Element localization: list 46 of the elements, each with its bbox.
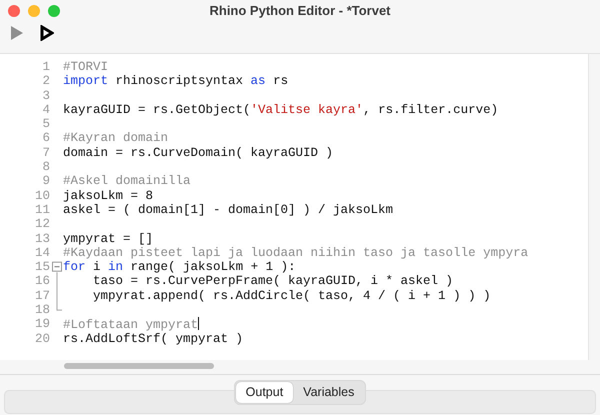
code-line: import rhinoscriptsyntax as rs	[63, 74, 288, 88]
code-line: #Kaydaan pisteet lapi ja luodaan niihin taso ja tasolle ympyra	[63, 246, 528, 260]
line-number: 19	[34, 317, 50, 332]
debug-run-button[interactable]	[38, 25, 56, 41]
close-icon[interactable]	[8, 5, 20, 17]
code-line: kayraGUID = rs.GetObject('Valitse kayra', rs.filter.curve)	[63, 102, 498, 117]
line-number: 6	[42, 131, 50, 146]
code-line: askel = ( domain[1] - domain[0] ) / jaksoLkm	[63, 202, 394, 217]
code-line: rs.AddLoftSrf( ympyrat )	[63, 332, 244, 346]
code-line: domain = rs.CurveDomain( kayraGUID )	[63, 146, 334, 160]
window-title: Rhino Python Editor - *Torvet	[209, 3, 391, 18]
line-number: 12	[34, 217, 50, 232]
code-line: jaksoLkm = 8	[63, 188, 154, 203]
panel-tab[interactable]: Output	[236, 382, 294, 403]
text-cursor	[198, 317, 200, 330]
line-number: 3	[42, 88, 50, 103]
line-number: 7	[42, 146, 50, 160]
line-number: 1	[42, 60, 50, 74]
maximize-icon[interactable]	[48, 5, 60, 17]
line-number: 10	[34, 188, 50, 203]
line-number: 13	[34, 232, 50, 246]
minimize-icon[interactable]	[28, 5, 40, 17]
line-number: 4	[42, 102, 50, 117]
line-number: 11	[34, 202, 50, 217]
code-line: #Askel domainilla	[63, 174, 191, 188]
fold-toggle-icon[interactable]	[52, 262, 62, 272]
code-line: #TORVI	[63, 60, 108, 74]
line-number: 5	[42, 117, 50, 132]
line-number: 8	[42, 160, 50, 174]
code-line: taso = rs.CurvePerpFrame( kayraGUID, i * askel )	[92, 274, 454, 288]
line-number: 15	[34, 260, 50, 274]
line-number: 20	[34, 332, 50, 346]
line-number: 17	[34, 288, 50, 303]
code-line: ympyrat.append( rs.AddCircle( taso, 4 / ( i + 1 ) ) )	[92, 288, 491, 303]
scrollbar-thumb[interactable]	[64, 363, 214, 369]
code-line: for i in range( jaksoLkm + 1 ):	[63, 260, 296, 274]
line-number: 18	[34, 303, 50, 318]
code-line: #Loftataan ympyrat	[63, 318, 198, 332]
line-number: 14	[34, 246, 50, 260]
code-line: #Kayran domain	[63, 131, 168, 146]
panel-tab[interactable]: Variables	[293, 382, 364, 403]
line-number: 9	[42, 174, 50, 188]
code-line: ympyrat = []	[63, 232, 154, 246]
line-number: 16	[34, 274, 50, 288]
fold-bracket	[56, 272, 62, 311]
line-number: 2	[42, 74, 50, 88]
